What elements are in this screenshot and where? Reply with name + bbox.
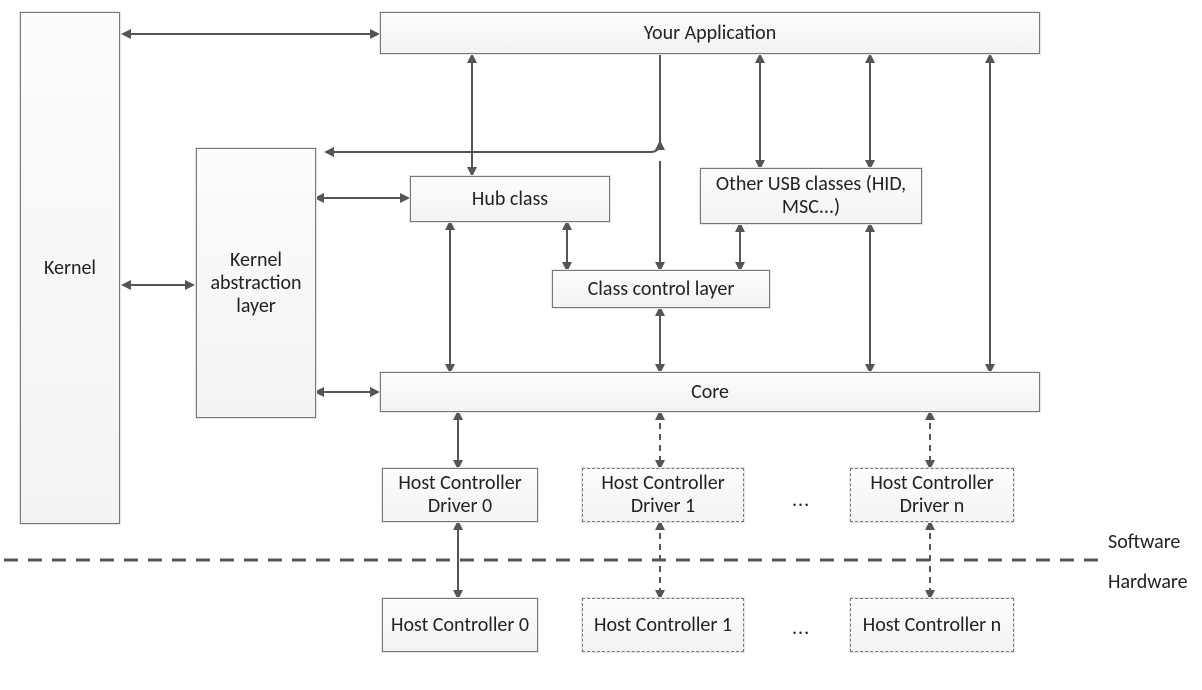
software-label: Software [1108,530,1180,554]
connectors-svg [0,0,1202,690]
kernel-abstraction-layer-box: Kernel abstraction layer [196,148,316,418]
application-box: Your Application [380,12,1040,54]
diagram-root: { "boxes": { "kernel": "Kernel", "kal": … [0,0,1202,690]
host-controller-0-box: Host Controller 0 [382,598,538,652]
controllers-ellipsis: ... [792,616,810,640]
hardware-label: Hardware [1108,570,1188,594]
host-controller-1-box: Host Controller 1 [582,598,744,652]
other-usb-classes-box: Other USB classes (HID, MSC...) [700,168,922,224]
drivers-ellipsis: ... [792,488,810,512]
host-controller-driver-0-box: Host Controller Driver 0 [382,468,538,522]
core-box: Core [380,372,1040,412]
class-control-layer-box: Class control layer [552,270,770,308]
hub-class-box: Hub class [410,176,610,222]
host-controller-driver-1-box: Host Controller Driver 1 [582,468,744,522]
kernel-box: Kernel [20,12,120,524]
host-controller-n-box: Host Controller n [850,598,1014,652]
host-controller-driver-n-box: Host Controller Driver n [850,468,1014,522]
